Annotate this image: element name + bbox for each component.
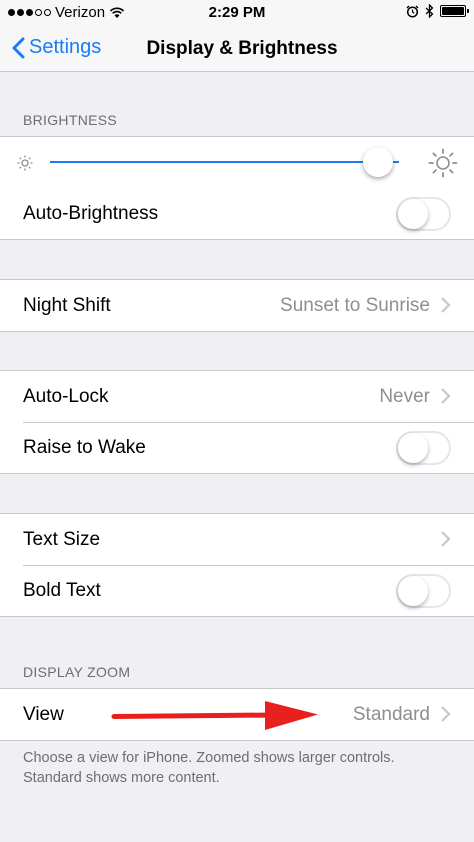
toggle-knob [398,575,428,606]
battery-fill [442,7,464,15]
view-label: View [23,703,64,725]
chevron-right-icon [441,388,451,404]
red-arrow-annotation [111,701,318,730]
alarm-icon [406,5,419,18]
chevron-right-icon [441,706,451,722]
brightness-slider[interactable] [0,137,474,188]
brightness-slider-knob[interactable] [363,147,394,177]
status-bar: Verizon 2:29 PM [0,0,474,26]
status-time: 2:29 PM [208,4,266,21]
auto-brightness-toggle[interactable] [396,196,451,231]
raise-to-wake-toggle[interactable] [396,430,451,465]
status-right [406,4,469,18]
navigation-bar: Settings Display & Brightness [0,26,474,72]
night-shift-label: Night Shift [23,294,111,316]
text-group: Text Size Bold Text [0,513,474,617]
auto-brightness-label: Auto-Brightness [23,202,159,224]
bluetooth-icon [425,4,434,18]
page-title: Display & Brightness [146,38,338,59]
auto-lock-label: Auto-Lock [23,385,109,407]
auto-brightness-row: Auto-Brightness [0,188,474,239]
view-value: Standard [352,703,430,725]
auto-lock-row[interactable]: Auto-Lock Never [0,371,474,422]
brightness-group: Auto-Brightness [0,136,474,240]
sun-small-icon [17,155,33,171]
raise-to-wake-label: Raise to Wake [23,436,146,458]
toggle-knob [398,432,428,463]
lock-group: Auto-Lock Never Raise to Wake [0,370,474,474]
raise-to-wake-row: Raise to Wake [0,422,474,473]
bold-text-row: Bold Text [0,565,474,616]
night-shift-group: Night Shift Sunset to Sunrise [0,279,474,332]
display-zoom-section-header: DISPLAY ZOOM [23,664,131,680]
auto-lock-value: Never [379,385,430,407]
text-size-row[interactable]: Text Size [0,514,474,565]
battery-icon [440,5,469,17]
chevron-right-icon [441,297,451,313]
bold-text-toggle[interactable] [396,573,451,608]
brightness-section-header: BRIGHTNESS [23,112,118,128]
bold-text-label: Bold Text [23,579,101,601]
chevron-right-icon [441,531,451,547]
brightness-slider-track[interactable] [50,147,399,177]
night-shift-row[interactable]: Night Shift Sunset to Sunrise [0,280,474,331]
night-shift-value: Sunset to Sunrise [280,294,430,316]
display-zoom-footer: Choose a view for iPhone. Zoomed shows l… [23,750,395,786]
toggle-knob [398,198,428,229]
sun-large-icon [428,148,458,178]
text-size-label: Text Size [23,528,101,550]
